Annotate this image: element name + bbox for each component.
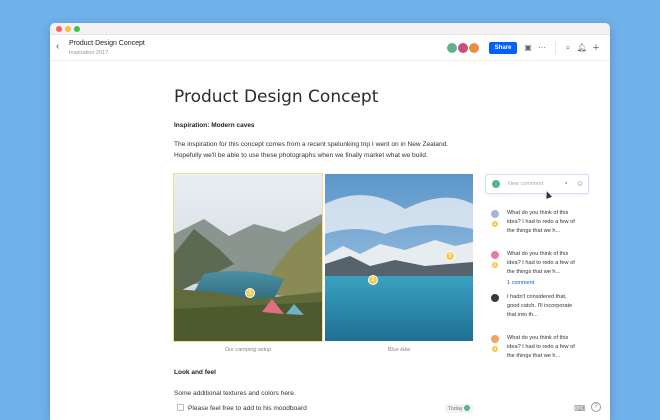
- comment-text[interactable]: What do you think of this idea? I had to…: [507, 250, 577, 277]
- plus-icon[interactable]: +: [590, 42, 602, 54]
- emoji-icon[interactable]: ☺: [576, 179, 584, 188]
- todo-item[interactable]: Please feel free to add to his moodboard: [177, 404, 307, 412]
- paragraph[interactable]: Some additional textures and colors here…: [174, 390, 296, 397]
- comment-number-badge: 2: [492, 262, 498, 268]
- maximize-window-button[interactable]: [74, 26, 80, 32]
- title-bar: [50, 23, 610, 35]
- document-heading[interactable]: Product Design Concept: [174, 87, 378, 107]
- due-date-label: Today: [448, 406, 463, 412]
- avatar: [464, 405, 471, 411]
- comment-pin[interactable]: 1: [245, 288, 255, 298]
- paragraph[interactable]: The inspiration for this concept comes f…: [174, 139, 474, 161]
- new-comment-input[interactable]: New comment: [508, 181, 543, 187]
- section-heading[interactable]: Inspiration: Modern caves: [174, 122, 255, 129]
- comment-pin[interactable]: 3: [445, 251, 455, 261]
- minimize-window-button[interactable]: [65, 26, 71, 32]
- help-icon[interactable]: ?: [591, 402, 601, 412]
- avatar: [490, 250, 500, 260]
- new-comment-box[interactable]: New comment ◔ ☺: [485, 174, 589, 194]
- divider: [555, 42, 556, 54]
- camping-photo[interactable]: [173, 173, 323, 342]
- mention-icon[interactable]: ◔: [563, 179, 568, 188]
- comment-number-badge: 1: [492, 221, 498, 227]
- search-icon[interactable]: ⌕: [562, 42, 574, 54]
- doc-title: Product Design Concept: [69, 40, 145, 47]
- avatar: [490, 209, 500, 219]
- avatar: [490, 334, 500, 344]
- comment-text[interactable]: What do you think of this idea? I had to…: [507, 209, 577, 236]
- close-window-button[interactable]: [56, 26, 62, 32]
- more-icon[interactable]: ···: [536, 42, 548, 54]
- app-window: ‹ Product Design Concept Inspiration 201…: [50, 23, 610, 420]
- reply-count-link[interactable]: 1 comment: [507, 280, 534, 286]
- comment-pin[interactable]: 2: [368, 275, 378, 285]
- keyboard-icon[interactable]: ⌨: [574, 404, 586, 413]
- bell-icon[interactable]: 🔔︎: [576, 42, 588, 54]
- present-icon[interactable]: ▣: [522, 42, 534, 54]
- avatar: [490, 293, 500, 303]
- camping-photo-image: [174, 174, 322, 341]
- avatar[interactable]: [468, 42, 480, 54]
- collaborator-avatars[interactable]: [446, 42, 486, 54]
- todo-text[interactable]: Please feel free to add to his moodboard: [188, 405, 307, 412]
- due-date-badge[interactable]: Today: [445, 404, 474, 413]
- chevron-left-icon[interactable]: ‹: [56, 41, 59, 53]
- section-heading[interactable]: Look and feel: [174, 369, 216, 376]
- image-caption[interactable]: Our camping setup: [174, 347, 322, 353]
- doc-folder[interactable]: Inspiration 2017: [69, 50, 108, 56]
- comment-text[interactable]: What do you think of this idea? I had to…: [507, 334, 577, 361]
- toolbar: ‹ Product Design Concept Inspiration 201…: [50, 35, 610, 61]
- checkbox[interactable]: [177, 404, 184, 411]
- avatar: [491, 179, 501, 189]
- share-button[interactable]: Share: [489, 42, 517, 54]
- image-caption[interactable]: Blue lake: [325, 347, 473, 353]
- comment-text[interactable]: I hadn't considered that, good catch. I'…: [507, 293, 577, 320]
- comment-number-badge: 3: [492, 346, 498, 352]
